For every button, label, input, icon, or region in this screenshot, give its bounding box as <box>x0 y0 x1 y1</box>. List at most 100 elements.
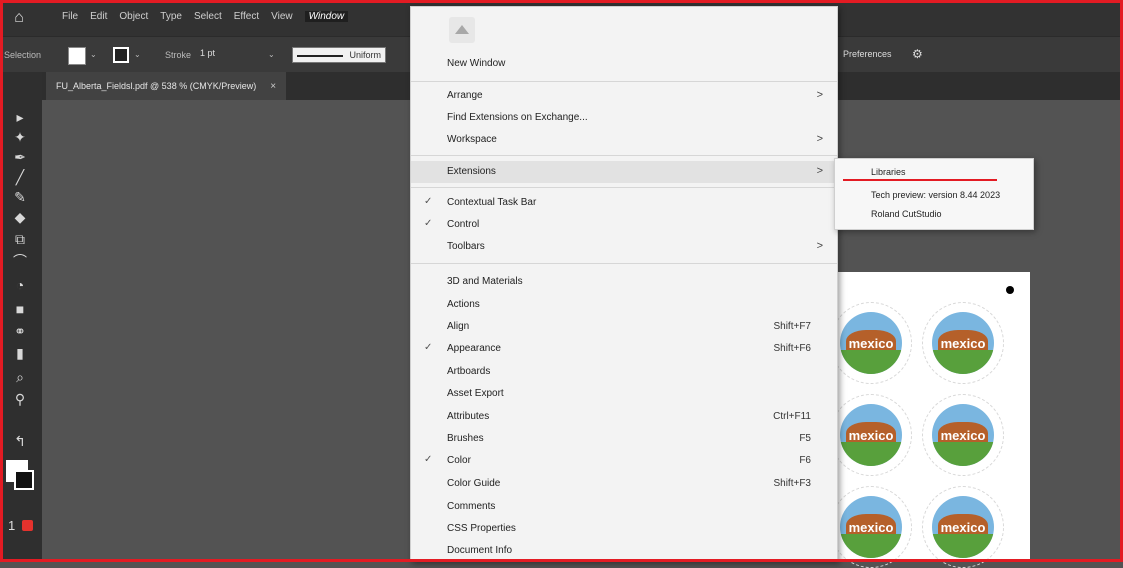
menu-item-contextual-task-bar[interactable]: ✓ Contextual Task Bar <box>411 192 837 214</box>
check-icon: ✓ <box>424 196 433 207</box>
sticker[interactable]: mexico <box>830 302 912 384</box>
submenu-arrow-icon: > <box>816 240 823 252</box>
home-icon[interactable]: ⌂ <box>10 9 28 27</box>
menu-item-arrange[interactable]: Arrange > <box>411 85 837 107</box>
gradient-tool-icon[interactable]: ■ <box>10 300 30 318</box>
submenu-item-roland-cutstudio[interactable]: Roland CutStudio <box>871 209 942 219</box>
menu-item-appearance[interactable]: ✓ Appearance Shift+F6 <box>411 338 837 360</box>
menu-item-label: Asset Export <box>447 388 504 399</box>
menu-item-label: Arrange <box>447 90 483 101</box>
variable-width-profile[interactable]: Uniform <box>292 47 386 63</box>
menu-effect[interactable]: Effect <box>234 11 259 22</box>
menu-item-control[interactable]: ✓ Control <box>411 214 837 236</box>
artboard[interactable]: mexico mexico mexico mexico mexico mexic… <box>818 272 1030 568</box>
menu-item-color-guide[interactable]: Color Guide Shift+F3 <box>411 473 837 495</box>
menu-item-comments[interactable]: Comments <box>411 496 837 518</box>
menu-item-new-window[interactable]: New Window <box>411 53 837 75</box>
menu-separator <box>411 187 837 188</box>
menu-item-shortcut: F5 <box>799 433 811 444</box>
menu-item-label: CSS Properties <box>447 523 516 534</box>
menu-item-brushes[interactable]: Brushes F5 <box>411 428 837 450</box>
sticker[interactable]: mexico <box>922 486 1004 568</box>
eyedropper-tool-icon[interactable]: ⌕ <box>10 368 30 386</box>
sticker[interactable]: mexico <box>922 394 1004 476</box>
shape-builder-tool-icon[interactable]: ◔ <box>10 276 30 294</box>
stroke-color-box[interactable] <box>14 470 34 490</box>
warp-tool-icon[interactable]: ⌒ <box>10 252 30 270</box>
sticker-text: mexico <box>848 428 894 443</box>
zoom-tool-icon[interactable]: ⚲ <box>10 390 30 408</box>
menu-window[interactable]: Window <box>304 11 349 22</box>
drawing-mode-icon[interactable]: 1 <box>8 518 15 533</box>
extensions-submenu: Libraries Tech preview: version 8.44 202… <box>834 158 1034 230</box>
submenu-arrow-icon: > <box>816 133 823 145</box>
profile-label: Uniform <box>349 50 381 60</box>
document-tab[interactable]: FU_Alberta_Fieldsl.pdf @ 538 % (CMYK/Pre… <box>46 72 287 100</box>
sticker-text: mexico <box>848 336 894 351</box>
arrange-documents-icon[interactable]: ⚙ <box>912 47 923 61</box>
pen-tool-icon[interactable]: ✒ <box>10 148 30 166</box>
shaper-tool-icon[interactable]: ◆ <box>10 208 30 226</box>
menu-edit[interactable]: Edit <box>90 11 107 22</box>
menu-bar-items: File Edit Object Type Select Effect View… <box>62 11 349 22</box>
stroke-label: Stroke <box>165 50 192 60</box>
close-icon[interactable]: × <box>270 81 276 92</box>
submenu-item-tech-preview[interactable]: Tech preview: version 8.44 2023 <box>871 190 1000 200</box>
menu-type[interactable]: Type <box>160 11 182 22</box>
check-icon: ✓ <box>424 218 433 229</box>
stroke-dropdown-icon[interactable]: ⌄ <box>134 50 141 59</box>
menu-item-label: Appearance <box>447 343 501 354</box>
line-tool-icon[interactable]: ╱ <box>10 168 30 186</box>
menu-item-extensions[interactable]: Extensions > <box>411 161 837 183</box>
highlight-underline <box>843 179 997 181</box>
graph-tool-icon[interactable]: ▮ <box>10 344 30 362</box>
menu-view[interactable]: View <box>271 11 293 22</box>
menu-file[interactable]: File <box>62 11 78 22</box>
stroke-swatch[interactable] <box>113 47 129 63</box>
menu-item-asset-export[interactable]: Asset Export <box>411 383 837 405</box>
screen-mode-icon[interactable] <box>22 520 33 531</box>
scroll-up-icon[interactable] <box>449 17 475 43</box>
pencil-tool-icon[interactable]: ✎ <box>10 188 30 206</box>
menu-item-label: Comments <box>447 501 496 512</box>
menu-select[interactable]: Select <box>194 11 222 22</box>
fill-dropdown-icon[interactable]: ⌄ <box>90 50 97 59</box>
menu-item-color[interactable]: ✓ Color F6 <box>411 450 837 472</box>
menu-item-workspace[interactable]: Workspace > <box>411 129 837 151</box>
selection-label: Selection <box>4 50 42 60</box>
sticker-text: mexico <box>940 520 986 535</box>
window-menu: New Window Arrange > Find Extensions on … <box>410 6 838 562</box>
submenu-arrow-icon: > <box>816 89 823 101</box>
preferences-button[interactable]: Preferences <box>843 49 892 59</box>
scale-tool-icon[interactable]: ⧉ <box>10 230 30 248</box>
menu-item-actions[interactable]: Actions <box>411 294 837 316</box>
menu-item-css-properties[interactable]: CSS Properties <box>411 518 837 540</box>
menu-item-3d-and-materials[interactable]: 3D and Materials <box>411 271 837 293</box>
menu-item-artboards[interactable]: Artboards <box>411 361 837 383</box>
menu-separator <box>411 81 837 82</box>
direct-selection-tool-icon[interactable]: ✦ <box>10 128 30 146</box>
stroke-weight-input[interactable]: 1 pt <box>200 48 215 58</box>
swap-icon[interactable]: ↰ <box>10 432 30 450</box>
sticker-text: mexico <box>940 336 986 351</box>
fill-swatch[interactable] <box>68 47 86 65</box>
menu-item-document-info[interactable]: Document Info <box>411 540 837 562</box>
sticker-text: mexico <box>940 428 986 443</box>
sticker[interactable]: mexico <box>830 486 912 568</box>
menu-item-attributes[interactable]: Attributes Ctrl+F11 <box>411 406 837 428</box>
menu-item-label: Contextual Task Bar <box>447 197 537 208</box>
menu-item-align[interactable]: Align Shift+F7 <box>411 316 837 338</box>
sticker[interactable]: mexico <box>922 302 1004 384</box>
selection-tool-icon[interactable]: ▸ <box>10 108 30 126</box>
submenu-item-libraries[interactable]: Libraries <box>871 167 906 177</box>
menu-item-find-extensions[interactable]: Find Extensions on Exchange... <box>411 107 837 129</box>
stroke-weight-dropdown-icon[interactable]: ⌄ <box>268 50 275 59</box>
menu-item-toolbars[interactable]: Toolbars > <box>411 236 837 258</box>
sticker[interactable]: mexico <box>830 394 912 476</box>
menu-item-label: Toolbars <box>447 241 485 252</box>
blend-tool-icon[interactable]: ⚭ <box>10 322 30 340</box>
menu-object[interactable]: Object <box>119 11 148 22</box>
menu-item-shortcut: Shift+F6 <box>773 343 811 354</box>
menu-item-shortcut: Ctrl+F11 <box>773 411 811 422</box>
menu-item-label: Color <box>447 455 471 466</box>
